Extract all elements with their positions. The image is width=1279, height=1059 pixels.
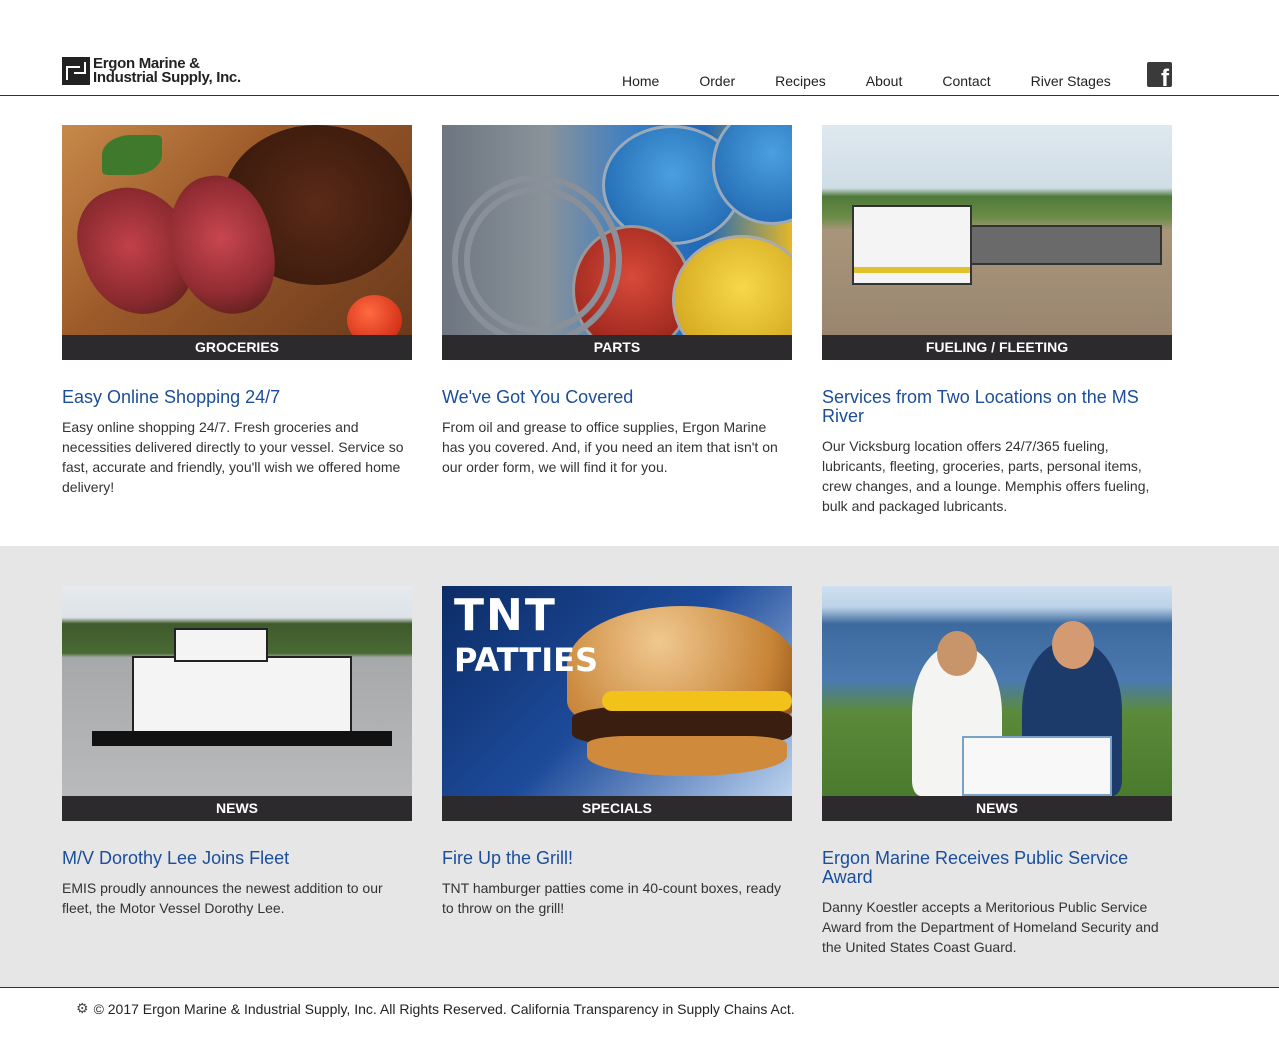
image-text-tnt: TNT [454,590,557,641]
card-news-award[interactable]: NEWS Ergon Marine Receives Public Servic… [822,586,1172,957]
gear-icon: ⚙ [76,1000,89,1016]
groceries-image[interactable] [62,125,412,335]
nav-home[interactable]: Home [602,73,679,89]
facebook-icon[interactable]: f [1147,62,1172,87]
towboat-image[interactable] [62,586,412,796]
card-label[interactable]: NEWS [822,796,1172,821]
card-label[interactable]: NEWS [62,796,412,821]
card-text: From oil and grease to office supplies, … [442,419,778,475]
card-label[interactable]: PARTS [442,335,792,360]
card-title[interactable]: We've Got You Covered [442,388,792,407]
footer-copyright: ⚙ © 2017 Ergon Marine & Industrial Suppl… [76,1000,795,1017]
card-label[interactable]: FUELING / FLEETING [822,335,1172,360]
card-text: EMIS proudly announces the newest additi… [62,880,383,916]
nav-recipes[interactable]: Recipes [755,73,846,89]
main-nav: Home Order Recipes About Contact River S… [602,73,1131,89]
burger-image[interactable]: TNT PATTIES [442,586,792,796]
card-title[interactable]: Services from Two Locations on the MS Ri… [822,388,1172,426]
site-header: Ergon Marine & Industrial Supply, Inc. H… [0,0,1279,96]
card-parts[interactable]: PARTS We've Got You Covered From oil and… [442,125,792,477]
logo-mark-icon [62,57,90,85]
nav-contact[interactable]: Contact [922,73,1010,89]
company-logo[interactable]: Ergon Marine & Industrial Supply, Inc. [62,54,262,88]
card-text: Our Vicksburg location offers 24/7/365 f… [822,438,1150,514]
news-section: NEWS M/V Dorothy Lee Joins Fleet EMIS pr… [0,546,1279,987]
logo-text: Ergon Marine & Industrial Supply, Inc. [93,56,241,86]
card-fueling[interactable]: FUELING / FLEETING Services from Two Loc… [822,125,1172,516]
card-label[interactable]: GROCERIES [62,335,412,360]
card-text: TNT hamburger patties come in 40-count b… [442,880,782,916]
footer-text[interactable]: © 2017 Ergon Marine & Industrial Supply,… [94,1001,795,1017]
card-title[interactable]: Ergon Marine Receives Public Service Awa… [822,849,1172,887]
card-groceries[interactable]: GROCERIES Easy Online Shopping 24/7 Easy… [62,125,412,497]
card-label[interactable]: SPECIALS [442,796,792,821]
card-title[interactable]: Fire Up the Grill! [442,849,792,868]
card-news-dorothy-lee[interactable]: NEWS M/V Dorothy Lee Joins Fleet EMIS pr… [62,586,412,918]
services-section: GROCERIES Easy Online Shopping 24/7 Easy… [0,97,1279,546]
nav-river-stages[interactable]: River Stages [1011,73,1131,89]
site-footer: ⚙ © 2017 Ergon Marine & Industrial Suppl… [0,987,1279,1059]
card-specials[interactable]: TNT PATTIES SPECIALS Fire Up the Grill! … [442,586,792,918]
card-text: Danny Koestler accepts a Meritorious Pub… [822,899,1159,955]
award-image[interactable] [822,586,1172,796]
logo-line-2: Industrial Supply, Inc. [93,69,241,86]
image-text-patties: PATTIES [454,641,598,679]
card-text: Easy online shopping 24/7. Fresh groceri… [62,419,404,495]
card-title[interactable]: Easy Online Shopping 24/7 [62,388,412,407]
fueling-image[interactable] [822,125,1172,335]
card-title[interactable]: M/V Dorothy Lee Joins Fleet [62,849,412,868]
parts-image[interactable] [442,125,792,335]
nav-about[interactable]: About [846,73,923,89]
nav-order[interactable]: Order [679,73,755,89]
